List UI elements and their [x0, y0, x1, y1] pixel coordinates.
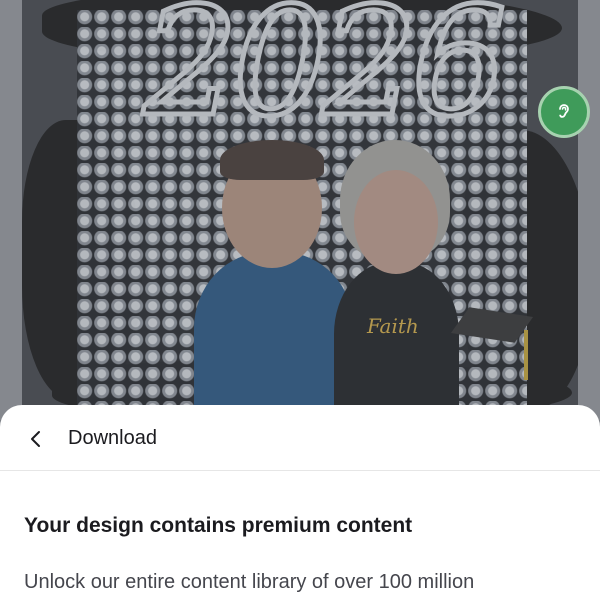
accessibility-button[interactable]: [538, 86, 590, 138]
design-canvas: 2026 Faith: [0, 0, 600, 420]
premium-content-description: Unlock our entire content library of ove…: [24, 571, 475, 593]
chevron-left-icon: [31, 431, 40, 447]
premium-content-title: Your design contains premium content: [24, 514, 413, 537]
dim-overlay: [0, 0, 600, 420]
back-button[interactable]: [22, 425, 50, 453]
download-sheet: Download Your design contains premium co…: [0, 405, 600, 600]
sheet-header-title: Download: [68, 427, 157, 449]
ear-icon: [559, 104, 569, 118]
sheet-header: Download: [0, 405, 600, 471]
